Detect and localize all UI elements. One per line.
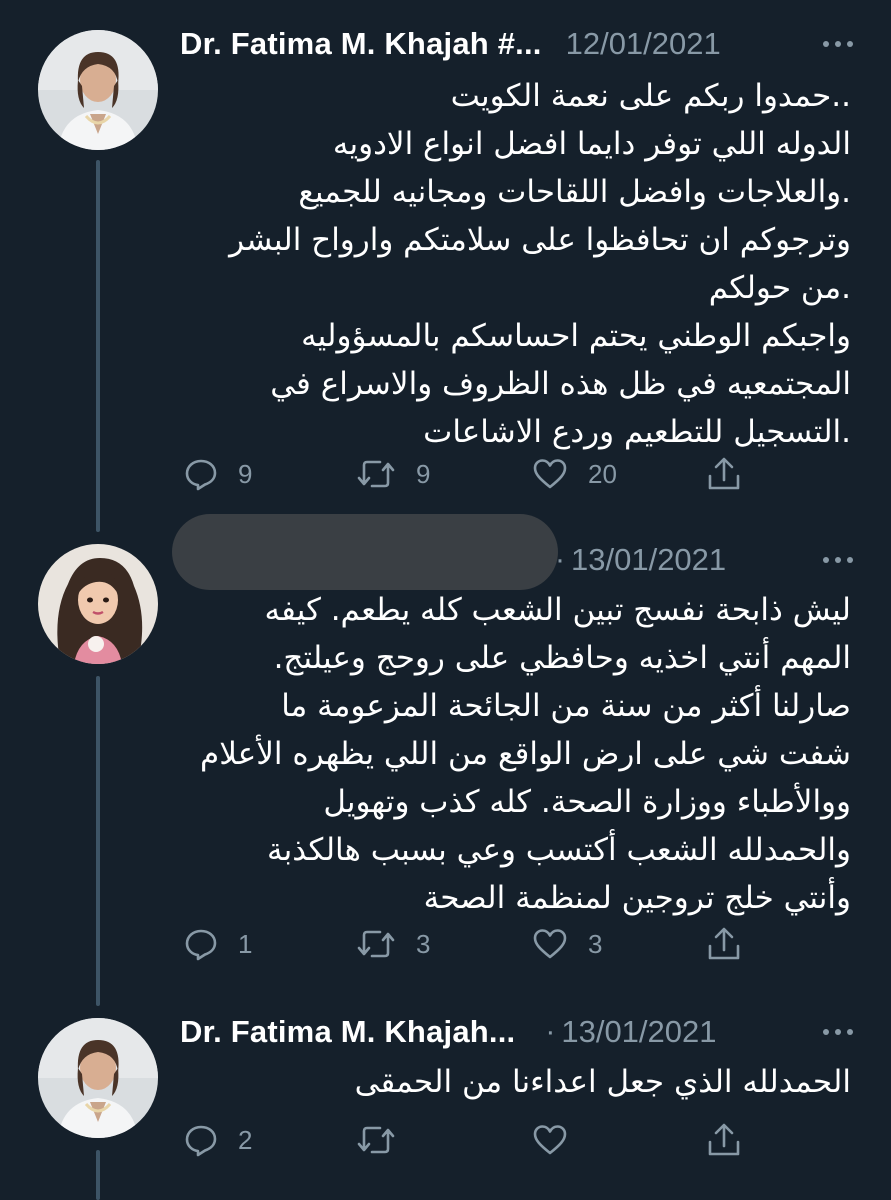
like-icon — [532, 1123, 568, 1157]
reply-button[interactable]: 2 — [184, 1118, 252, 1162]
avatar[interactable] — [38, 1018, 158, 1138]
more-options-icon[interactable] — [823, 1029, 853, 1035]
tweet-text-line: الحمدلله الذي جعل اعداءنا من الحمقى — [354, 1064, 851, 1100]
reply-icon — [184, 1123, 218, 1157]
tweet-header: Dr. Fatima M. Khajah... · 13/01/2021 — [180, 1012, 861, 1052]
like-button[interactable] — [532, 1118, 588, 1162]
retweet-button[interactable] — [356, 1118, 416, 1162]
tweet[interactable]: Dr. Fatima M. Khajah... · 13/01/2021 الح… — [0, 0, 891, 1200]
author-name[interactable]: Dr. Fatima M. Khajah... — [180, 1014, 515, 1050]
reply-count: 2 — [238, 1124, 253, 1155]
tweet-text: الحمدلله الذي جعل اعداءنا من الحمقى — [180, 1058, 851, 1106]
share-icon — [706, 1122, 742, 1158]
retweet-icon — [356, 1123, 396, 1157]
tweet-date[interactable]: 13/01/2021 — [561, 1014, 716, 1050]
date-separator: · — [545, 1015, 556, 1048]
share-button[interactable] — [706, 1118, 742, 1162]
tweet-actions: 2 — [180, 1118, 780, 1162]
